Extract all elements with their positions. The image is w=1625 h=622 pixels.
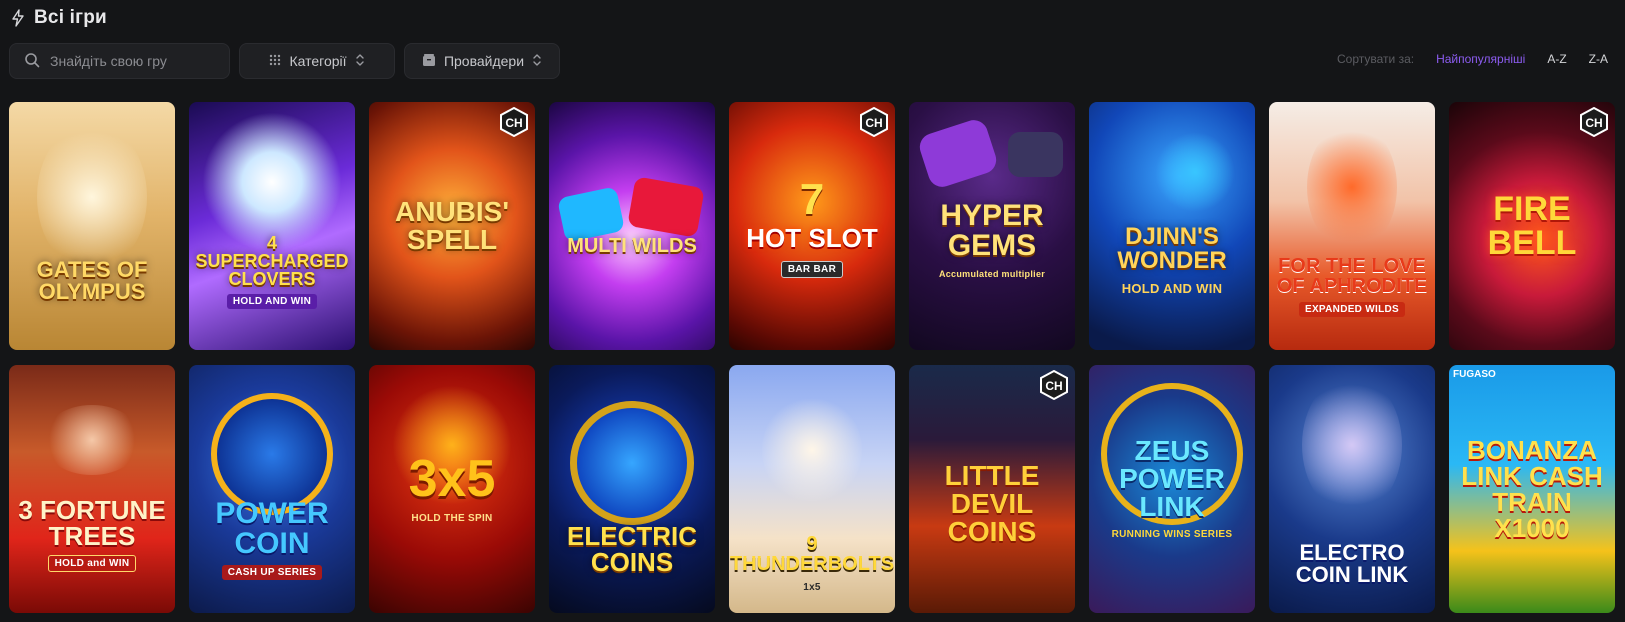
- game-card[interactable]: 3x5 HOLD THE SPIN: [369, 365, 535, 613]
- chevron-updown-icon: [355, 53, 365, 70]
- game-title: Power Coin: [215, 496, 329, 560]
- box-icon: [422, 53, 436, 70]
- categories-label: Категорії: [289, 53, 347, 69]
- svg-text:CH: CH: [1045, 379, 1062, 393]
- game-card[interactable]: 4 Supercharged Clovers HOLD AND WIN: [189, 102, 355, 350]
- game-card[interactable]: 3 Fortune Trees HOLD and WIN: [9, 365, 175, 613]
- page-title: Всі ігри: [34, 7, 107, 28]
- sort-option-za[interactable]: Z-A: [1589, 52, 1608, 66]
- search-placeholder: Знайдіть свою гру: [50, 53, 167, 69]
- game-title: 3 Fortune Trees: [18, 494, 166, 551]
- game-title: Little Devil Coins: [944, 460, 1040, 547]
- search-input[interactable]: Знайдіть свою гру: [9, 43, 230, 79]
- game-card[interactable]: CH Anubis' Spell: [369, 102, 535, 350]
- game-card[interactable]: CH 7 Hot Slot BAR BAR: [729, 102, 895, 350]
- game-subtitle: RUNNING WINS SERIES: [1111, 528, 1233, 540]
- game-title: 3x5: [408, 449, 496, 508]
- provider-badge-icon: CH: [1580, 107, 1608, 137]
- game-grid: Gates of Olympus 4 Supercharged Clovers …: [9, 102, 1615, 613]
- game-subtitle: HOLD and WIN: [47, 554, 137, 572]
- seven-symbol: 7: [799, 174, 825, 224]
- provider-badge-icon: CH: [500, 107, 528, 137]
- provider-logo: FUGASO: [1453, 369, 1496, 380]
- svg-text:CH: CH: [865, 116, 882, 130]
- game-title: Fire Bell: [1487, 190, 1577, 262]
- game-card[interactable]: Multi Wilds: [549, 102, 715, 350]
- game-card[interactable]: Hyper Gems Accumulated multiplier: [909, 102, 1075, 350]
- game-card[interactable]: Power Coin CASH UP SERIES: [189, 365, 355, 613]
- game-card[interactable]: 9 Thunderbolts 1x5: [729, 365, 895, 613]
- game-subtitle: HOLD AND WIN: [226, 293, 318, 309]
- game-title: Hot Slot: [746, 222, 878, 253]
- game-card[interactable]: FUGASO Bonanza Link Cash Train X1000: [1449, 365, 1615, 613]
- game-card[interactable]: For the Love of Aphrodite EXPANDED WILDS: [1269, 102, 1435, 350]
- game-card[interactable]: Electro Coin Link: [1269, 365, 1435, 613]
- filter-bar: Знайдіть свою гру Категорії Провайдери: [9, 43, 560, 79]
- game-subtitle: Accumulated multiplier: [938, 269, 1046, 279]
- game-card[interactable]: Electric Coins: [549, 365, 715, 613]
- game-title: Electric Coins: [567, 521, 697, 577]
- svg-text:CH: CH: [505, 116, 522, 130]
- game-subtitle: BAR BAR: [780, 260, 844, 278]
- game-title: Hyper Gems: [940, 199, 1044, 262]
- game-subtitle: EXPANDED WILDS: [1298, 301, 1406, 317]
- svg-text:CH: CH: [1585, 116, 1602, 130]
- grid-icon: [269, 53, 281, 69]
- game-title: 4 Supercharged Clovers: [195, 232, 349, 289]
- game-subtitle: HOLD THE SPIN: [411, 512, 493, 524]
- section-header: Всі ігри: [10, 6, 107, 30]
- game-title: Zeus Power Link: [1119, 434, 1225, 522]
- game-card[interactable]: Gates of Olympus: [9, 102, 175, 350]
- providers-label: Провайдери: [443, 53, 525, 69]
- game-title: Gates of Olympus: [36, 257, 148, 304]
- game-card[interactable]: CH Fire Bell: [1449, 102, 1615, 350]
- sort-option-az[interactable]: A-Z: [1547, 52, 1566, 66]
- game-title: Djinn's Wonder: [1117, 222, 1227, 274]
- sort-bar: Сортувати за: Найпопулярніші A-Z Z-A: [1337, 52, 1608, 66]
- provider-badge-icon: CH: [1040, 370, 1068, 400]
- game-card[interactable]: Zeus Power Link RUNNING WINS SERIES: [1089, 365, 1255, 613]
- game-title: Multi Wilds: [567, 235, 697, 257]
- game-title: Anubis' Spell: [395, 196, 509, 255]
- game-subtitle: HOLD AND WIN: [1121, 280, 1223, 296]
- provider-badge-icon: CH: [860, 107, 888, 137]
- game-title: 9 Thunderbolts: [729, 532, 895, 575]
- providers-dropdown[interactable]: Провайдери: [404, 43, 560, 79]
- chevron-updown-icon: [532, 53, 542, 70]
- game-title: Bonanza Link Cash Train X1000: [1461, 435, 1603, 543]
- sort-caption: Сортувати за:: [1337, 52, 1415, 66]
- categories-dropdown[interactable]: Категорії: [239, 43, 395, 79]
- game-card[interactable]: Djinn's Wonder HOLD AND WIN: [1089, 102, 1255, 350]
- search-icon: [24, 52, 40, 71]
- lightning-icon: [10, 9, 26, 27]
- sort-option-popular[interactable]: Найпопулярніші: [1436, 52, 1525, 66]
- game-subtitle: 1x5: [803, 581, 821, 593]
- game-title: Electro Coin Link: [1295, 540, 1409, 587]
- game-title: For the Love of Aphrodite: [1276, 254, 1428, 297]
- game-subtitle: CASH UP SERIES: [221, 564, 323, 580]
- game-card[interactable]: CH Little Devil Coins: [909, 365, 1075, 613]
